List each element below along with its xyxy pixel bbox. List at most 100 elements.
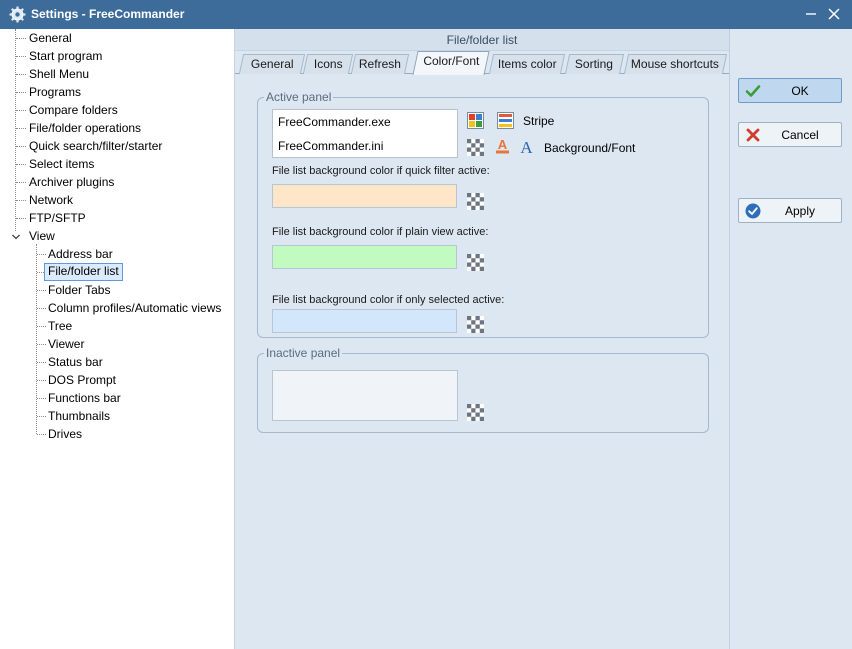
ok-label: OK: [791, 83, 809, 98]
tree-item-column-profiles[interactable]: Column profiles/Automatic views: [48, 300, 221, 316]
dialog-buttons: OK Cancel Apply: [729, 29, 852, 649]
tree-item-thumbnails[interactable]: Thumbnails: [48, 408, 110, 424]
tab-label: Mouse shortcuts: [631, 57, 720, 71]
plain-view-color-label: File list background color if plain view…: [272, 226, 489, 238]
list-item[interactable]: FreeCommander.exe: [278, 115, 391, 129]
tree-connector: [16, 164, 26, 165]
tree-item-viewer[interactable]: Viewer: [48, 336, 84, 352]
tab-sorting[interactable]: Sorting: [564, 54, 625, 74]
tree-connector: [37, 344, 46, 345]
tab-label: General: [250, 57, 294, 71]
tree-connector: [16, 182, 26, 183]
tree-item-file-folder-operations[interactable]: File/folder operations: [29, 120, 141, 136]
color-picker-icon[interactable]: [467, 112, 484, 129]
tree-connector: [16, 146, 26, 147]
tree-item-file-folder-list[interactable]: File/folder list: [44, 263, 123, 281]
tree-connector: [16, 92, 26, 93]
tab-label: Sorting: [575, 57, 614, 71]
tree-connector: [37, 362, 46, 363]
tree-item-network[interactable]: Network: [29, 192, 73, 208]
transparent-color-icon[interactable]: [467, 316, 484, 333]
tree-item-general[interactable]: General: [29, 30, 72, 46]
tree-connector: [37, 254, 46, 255]
ok-button[interactable]: OK: [738, 78, 842, 103]
chevron-down-icon[interactable]: [11, 232, 21, 242]
stripe-label: Stripe: [523, 114, 555, 128]
inactive-panel-label: Inactive panel: [264, 346, 343, 360]
window-title: Settings - FreeCommander: [31, 7, 185, 21]
settings-content: File/folder list General Icons Refresh C…: [235, 29, 729, 649]
font-color-icon[interactable]: A: [494, 137, 511, 154]
tree-item-status-bar[interactable]: Status bar: [48, 354, 103, 370]
only-selected-color-label: File list background color if only selec…: [272, 294, 505, 306]
plain-view-color-swatch[interactable]: [272, 245, 457, 269]
tab-color-font[interactable]: Color/Font: [412, 51, 490, 75]
only-selected-color-swatch[interactable]: [272, 309, 457, 333]
tree-connector: [37, 398, 46, 399]
tab-label: Refresh: [358, 57, 401, 71]
minimize-icon: [806, 13, 816, 15]
active-panel-label: Active panel: [264, 90, 334, 104]
tab-items-color[interactable]: Items color: [488, 54, 566, 74]
tab-icons[interactable]: Icons: [302, 54, 354, 74]
gear-icon: [9, 6, 26, 23]
cancel-label: Cancel: [781, 127, 819, 142]
tree-item-folder-tabs[interactable]: Folder Tabs: [48, 282, 110, 298]
svg-text:A: A: [520, 138, 533, 155]
tree-item-ftp-sftp[interactable]: FTP/SFTP: [29, 210, 86, 226]
tree-item-dos-prompt[interactable]: DOS Prompt: [48, 372, 116, 388]
tree-connector: [16, 56, 26, 57]
tree-item-address-bar[interactable]: Address bar: [48, 246, 113, 262]
tree-item-programs[interactable]: Programs: [29, 84, 81, 100]
tab-mouse-shortcuts[interactable]: Mouse shortcuts: [623, 54, 728, 74]
tree-connector: [16, 218, 26, 219]
tree-connector: [37, 326, 46, 327]
tree-item-quick-search[interactable]: Quick search/filter/starter: [29, 138, 162, 154]
tab-refresh[interactable]: Refresh: [350, 54, 410, 74]
tree-item-tree[interactable]: Tree: [48, 318, 72, 334]
tree-connector: [37, 290, 46, 291]
tree-connector: [37, 416, 46, 417]
tree-connector: [37, 308, 46, 309]
cancel-button[interactable]: Cancel: [738, 122, 842, 147]
tree-connector: [16, 200, 26, 201]
transparent-color-icon[interactable]: [467, 254, 484, 271]
tree-connector: [16, 74, 26, 75]
apply-label: Apply: [784, 203, 816, 218]
list-item[interactable]: FreeCommander.ini: [278, 139, 383, 153]
tree-item-functions-bar[interactable]: Functions bar: [48, 390, 121, 406]
settings-tree[interactable]: General Start program Shell Menu Program…: [0, 29, 235, 649]
tree-item-drives[interactable]: Drives: [48, 426, 82, 442]
transparent-color-icon[interactable]: [467, 404, 484, 421]
apply-button[interactable]: Apply: [738, 198, 842, 223]
background-font-label: Background/Font: [544, 141, 636, 155]
tree-connector: [16, 110, 26, 111]
inactive-panel-color-swatch[interactable]: [272, 370, 458, 421]
tab-label: Color/Font: [423, 54, 480, 68]
transparent-color-icon[interactable]: [467, 139, 484, 156]
tree-item-compare-folders[interactable]: Compare folders: [29, 102, 118, 118]
tab-label: Items color: [497, 57, 557, 71]
tree-item-view[interactable]: View: [29, 228, 55, 244]
tree-connector: [37, 434, 46, 435]
title-bar: Settings - FreeCommander: [0, 0, 852, 29]
svg-text:A: A: [498, 137, 508, 152]
close-icon: [828, 8, 840, 20]
section-title: File/folder list: [235, 29, 729, 51]
font-icon[interactable]: A: [518, 138, 535, 155]
tree-connector: [16, 128, 26, 129]
preview-list[interactable]: FreeCommander.exe FreeCommander.ini: [272, 109, 458, 158]
tree-item-archiver-plugins[interactable]: Archiver plugins: [29, 174, 114, 190]
stripe-icon[interactable]: [497, 112, 514, 129]
tree-item-start-program[interactable]: Start program: [29, 48, 102, 64]
transparent-color-icon[interactable]: [467, 193, 484, 210]
tree-item-shell-menu[interactable]: Shell Menu: [29, 66, 89, 82]
quick-filter-color-swatch[interactable]: [272, 184, 457, 208]
minimize-button[interactable]: [800, 4, 822, 24]
close-button[interactable]: [823, 4, 845, 24]
active-panel-group: Active panel FreeCommander.exe FreeComma…: [257, 90, 709, 338]
inactive-panel-group: Inactive panel: [257, 346, 709, 433]
tree-item-select-items[interactable]: Select items: [29, 156, 94, 172]
tab-general[interactable]: General: [238, 54, 306, 74]
tab-bar: General Icons Refresh Color/Font Items c…: [235, 51, 729, 75]
